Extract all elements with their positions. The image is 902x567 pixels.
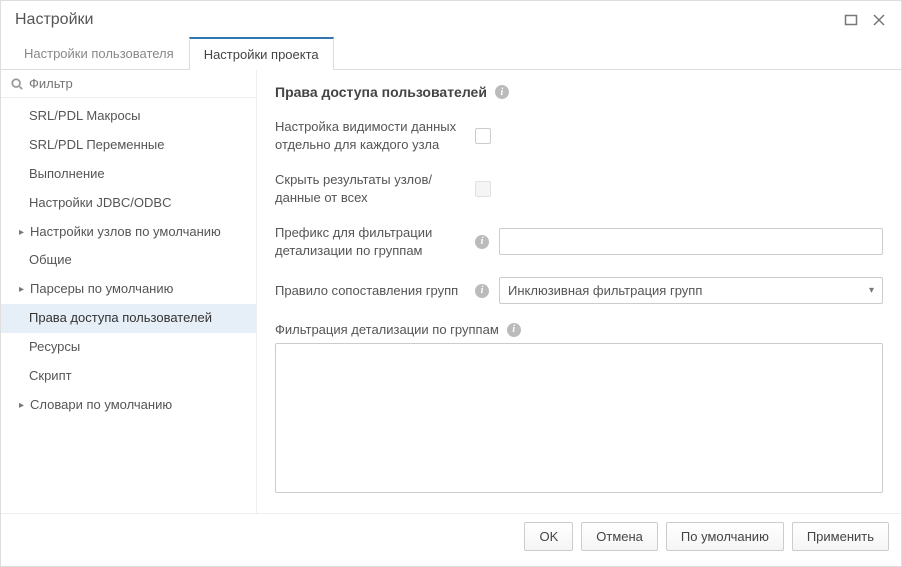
sidebar-item[interactable]: SRL/PDL Переменные (1, 131, 256, 160)
visibility-checkbox[interactable] (475, 128, 491, 144)
close-icon[interactable] (871, 12, 887, 28)
hide-label: Скрыть результаты узлов/данные от всех (275, 171, 465, 206)
window-title: Настройки (15, 11, 93, 29)
filter-box[interactable] (1, 70, 256, 98)
sidebar-item[interactable]: SRL/PDL Макросы (1, 102, 256, 131)
maximize-icon[interactable] (843, 12, 859, 28)
group-filter-label: Фильтрация детализации по группам i (275, 322, 883, 337)
sidebar-item[interactable]: Настройки узлов по умолчанию (1, 218, 256, 247)
panel-heading-text: Права доступа пользователей (275, 84, 487, 100)
chevron-down-icon: ▾ (869, 285, 874, 296)
tab-user-settings[interactable]: Настройки пользователя (9, 37, 189, 70)
search-icon (11, 78, 23, 90)
sidebar-item[interactable]: Ресурсы (1, 333, 256, 362)
group-filter-textarea[interactable] (275, 343, 883, 493)
sidebar-item[interactable]: Скрипт (1, 362, 256, 391)
sidebar-item[interactable]: Общие (1, 246, 256, 275)
sidebar-item[interactable]: Парсеры по умолчанию (1, 275, 256, 304)
info-icon[interactable]: i (507, 323, 521, 337)
rule-select[interactable]: Инклюзивная фильтрация групп ▾ (499, 277, 883, 304)
sidebar-item[interactable]: Выполнение (1, 160, 256, 189)
apply-button[interactable]: Применить (792, 522, 889, 551)
tab-project-settings[interactable]: Настройки проекта (189, 37, 334, 70)
hide-checkbox (475, 181, 491, 197)
panel-heading: Права доступа пользователей i (275, 84, 883, 100)
info-icon[interactable]: i (475, 235, 489, 249)
sidebar: SRL/PDL МакросыSRL/PDL ПеременныеВыполне… (1, 70, 257, 513)
sidebar-item[interactable]: Словари по умолчанию (1, 391, 256, 420)
titlebar: Настройки (1, 1, 901, 37)
sidebar-item[interactable]: Настройки JDBC/ODBC (1, 189, 256, 218)
info-icon[interactable]: i (475, 284, 489, 298)
ok-button[interactable]: OK (524, 522, 573, 551)
footer: OK Отмена По умолчанию Применить (1, 513, 901, 559)
default-button[interactable]: По умолчанию (666, 522, 784, 551)
content-panel: Права доступа пользователей i Настройка … (257, 70, 901, 513)
prefix-input[interactable] (499, 228, 883, 255)
sidebar-item[interactable]: Права доступа пользователей (1, 304, 256, 333)
rule-select-value: Инклюзивная фильтрация групп (508, 283, 702, 298)
group-filter-label-text: Фильтрация детализации по группам (275, 322, 499, 337)
info-icon[interactable]: i (495, 85, 509, 99)
rule-label: Правило сопоставления групп (275, 282, 465, 300)
visibility-label: Настройка видимости данных отдельно для … (275, 118, 465, 153)
tabs: Настройки пользователя Настройки проекта (1, 37, 901, 70)
cancel-button[interactable]: Отмена (581, 522, 658, 551)
prefix-label: Префикс для фильтрации детализации по гр… (275, 224, 465, 259)
sidebar-tree: SRL/PDL МакросыSRL/PDL ПеременныеВыполне… (1, 98, 256, 424)
filter-input[interactable] (29, 76, 246, 91)
